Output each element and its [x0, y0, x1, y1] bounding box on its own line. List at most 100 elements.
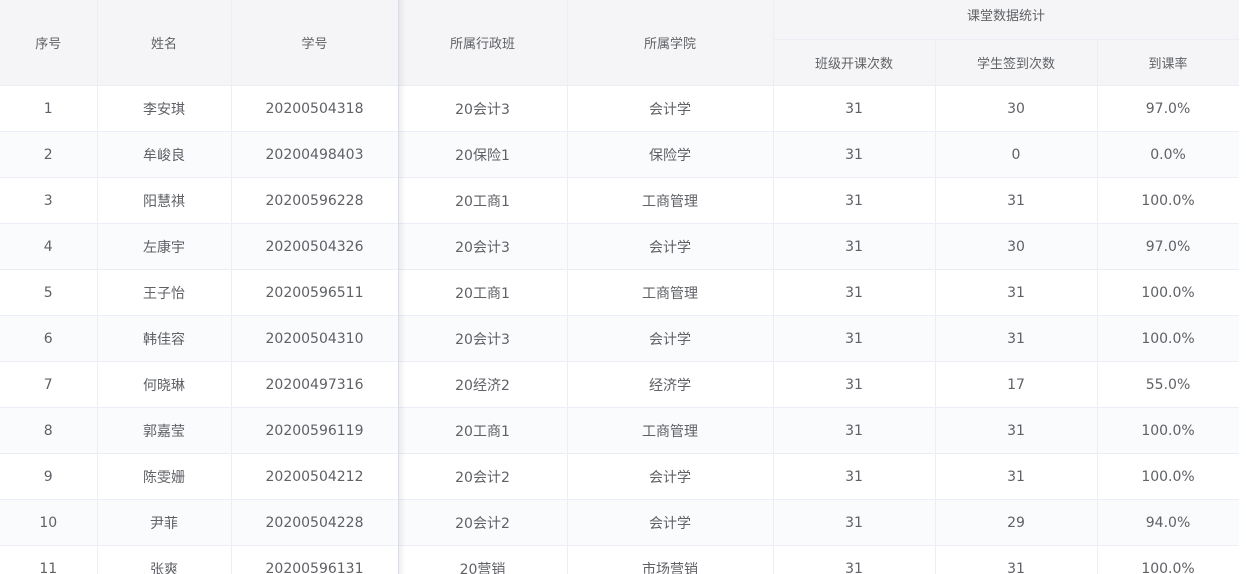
header-student-id[interactable]: 学号	[231, 0, 399, 86]
header-name[interactable]: 姓名	[97, 0, 232, 86]
cell-admin-class: 20经济2	[398, 361, 568, 408]
cell-attendance-rate: 0.0%	[1097, 131, 1240, 178]
cell-index: 5	[0, 269, 98, 316]
cell-name: 张爽	[97, 545, 232, 574]
cell-signins: 31	[935, 407, 1098, 454]
table-row[interactable]: 2 牟峻良 20200498403 20保险1 保险学 31 0 0.0%	[0, 131, 1240, 178]
cell-class-sessions: 31	[773, 315, 936, 362]
cell-student-id: 20200596119	[231, 407, 399, 454]
header-attendance-rate[interactable]: 到课率	[1097, 39, 1240, 86]
header-group-class-stats: 课堂数据统计	[773, 0, 1240, 40]
cell-student-id: 20200497316	[231, 361, 399, 408]
cell-student-id: 20200596511	[231, 269, 399, 316]
cell-name: 尹菲	[97, 499, 232, 546]
cell-class-sessions: 31	[773, 177, 936, 224]
cell-signins: 31	[935, 269, 1098, 316]
cell-class-sessions: 31	[773, 545, 936, 574]
cell-student-id: 20200596131	[231, 545, 399, 574]
cell-class-sessions: 31	[773, 361, 936, 408]
cell-name: 王子怡	[97, 269, 232, 316]
cell-index: 2	[0, 131, 98, 178]
cell-index: 3	[0, 177, 98, 224]
cell-signins: 31	[935, 545, 1098, 574]
cell-index: 1	[0, 85, 98, 132]
cell-college: 工商管理	[567, 269, 774, 316]
cell-signins: 31	[935, 453, 1098, 500]
cell-class-sessions: 31	[773, 453, 936, 500]
cell-name: 左康宇	[97, 223, 232, 270]
cell-college: 会计学	[567, 223, 774, 270]
cell-attendance-rate: 100.0%	[1097, 315, 1240, 362]
cell-admin-class: 20会计2	[398, 499, 568, 546]
cell-college: 会计学	[567, 453, 774, 500]
table-row[interactable]: 10 尹菲 20200504228 20会计2 会计学 31 29 94.0%	[0, 499, 1240, 546]
table-row[interactable]: 9 陈雯姗 20200504212 20会计2 会计学 31 31 100.0%	[0, 453, 1240, 500]
cell-index: 7	[0, 361, 98, 408]
cell-signins: 31	[935, 315, 1098, 362]
cell-college: 经济学	[567, 361, 774, 408]
right-gutter	[1239, 0, 1246, 574]
cell-attendance-rate: 55.0%	[1097, 361, 1240, 408]
cell-admin-class: 20工商1	[398, 177, 568, 224]
cell-attendance-rate: 100.0%	[1097, 177, 1240, 224]
cell-admin-class: 20会计3	[398, 85, 568, 132]
cell-admin-class: 20工商1	[398, 269, 568, 316]
attendance-table-panel: 序号 姓名 学号 所属行政班 所属学院 课堂数据统计 班级开课次数 学生签到次数…	[0, 0, 1246, 574]
cell-index: 4	[0, 223, 98, 270]
table-row[interactable]: 3 阳慧祺 20200596228 20工商1 工商管理 31 31 100.0%	[0, 177, 1240, 224]
cell-name: 韩佳容	[97, 315, 232, 362]
cell-admin-class: 20保险1	[398, 131, 568, 178]
header-index[interactable]: 序号	[0, 0, 98, 86]
cell-signins: 30	[935, 85, 1098, 132]
table-row[interactable]: 11 张爽 20200596131 20营销 市场营销 31 31 100.0%	[0, 545, 1240, 574]
table-row[interactable]: 8 郭嘉莹 20200596119 20工商1 工商管理 31 31 100.0%	[0, 407, 1240, 454]
cell-student-id: 20200504310	[231, 315, 399, 362]
table-row[interactable]: 6 韩佳容 20200504310 20会计3 会计学 31 31 100.0%	[0, 315, 1240, 362]
cell-attendance-rate: 94.0%	[1097, 499, 1240, 546]
cell-attendance-rate: 97.0%	[1097, 223, 1240, 270]
cell-signins: 31	[935, 177, 1098, 224]
cell-name: 牟峻良	[97, 131, 232, 178]
table-row[interactable]: 7 何晓琳 20200497316 20经济2 经济学 31 17 55.0%	[0, 361, 1240, 408]
cell-admin-class: 20会计2	[398, 453, 568, 500]
header-admin-class[interactable]: 所属行政班	[398, 0, 568, 86]
cell-college: 会计学	[567, 315, 774, 362]
cell-student-id: 20200504326	[231, 223, 399, 270]
cell-student-id: 20200498403	[231, 131, 399, 178]
cell-name: 郭嘉莹	[97, 407, 232, 454]
cell-student-id: 20200504318	[231, 85, 399, 132]
cell-admin-class: 20营销	[398, 545, 568, 574]
table-row[interactable]: 5 王子怡 20200596511 20工商1 工商管理 31 31 100.0%	[0, 269, 1240, 316]
header-college[interactable]: 所属学院	[567, 0, 774, 86]
header-signins[interactable]: 学生签到次数	[935, 39, 1098, 86]
cell-name: 陈雯姗	[97, 453, 232, 500]
cell-admin-class: 20会计3	[398, 223, 568, 270]
cell-class-sessions: 31	[773, 269, 936, 316]
cell-index: 11	[0, 545, 98, 574]
cell-college: 工商管理	[567, 407, 774, 454]
cell-attendance-rate: 100.0%	[1097, 407, 1240, 454]
table-row[interactable]: 4 左康宇 20200504326 20会计3 会计学 31 30 97.0%	[0, 223, 1240, 270]
cell-student-id: 20200504212	[231, 453, 399, 500]
cell-class-sessions: 31	[773, 131, 936, 178]
attendance-table: 序号 姓名 学号 所属行政班 所属学院 课堂数据统计 班级开课次数 学生签到次数…	[0, 0, 1240, 574]
cell-class-sessions: 31	[773, 499, 936, 546]
cell-name: 何晓琳	[97, 361, 232, 408]
table-header: 序号 姓名 学号 所属行政班 所属学院 课堂数据统计 班级开课次数 学生签到次数…	[0, 0, 1240, 86]
cell-class-sessions: 31	[773, 223, 936, 270]
table-body: 1 李安琪 20200504318 20会计3 会计学 31 30 97.0% 2 牟峻良 2020…	[0, 85, 1240, 574]
cell-student-id: 20200596228	[231, 177, 399, 224]
table-row[interactable]: 1 李安琪 20200504318 20会计3 会计学 31 30 97.0%	[0, 85, 1240, 132]
cell-college: 会计学	[567, 499, 774, 546]
cell-attendance-rate: 100.0%	[1097, 453, 1240, 500]
cell-index: 8	[0, 407, 98, 454]
cell-index: 6	[0, 315, 98, 362]
cell-index: 10	[0, 499, 98, 546]
cell-student-id: 20200504228	[231, 499, 399, 546]
cell-name: 李安琪	[97, 85, 232, 132]
cell-admin-class: 20工商1	[398, 407, 568, 454]
cell-signins: 29	[935, 499, 1098, 546]
cell-admin-class: 20会计3	[398, 315, 568, 362]
header-class-sessions[interactable]: 班级开课次数	[773, 39, 936, 86]
cell-college: 工商管理	[567, 177, 774, 224]
